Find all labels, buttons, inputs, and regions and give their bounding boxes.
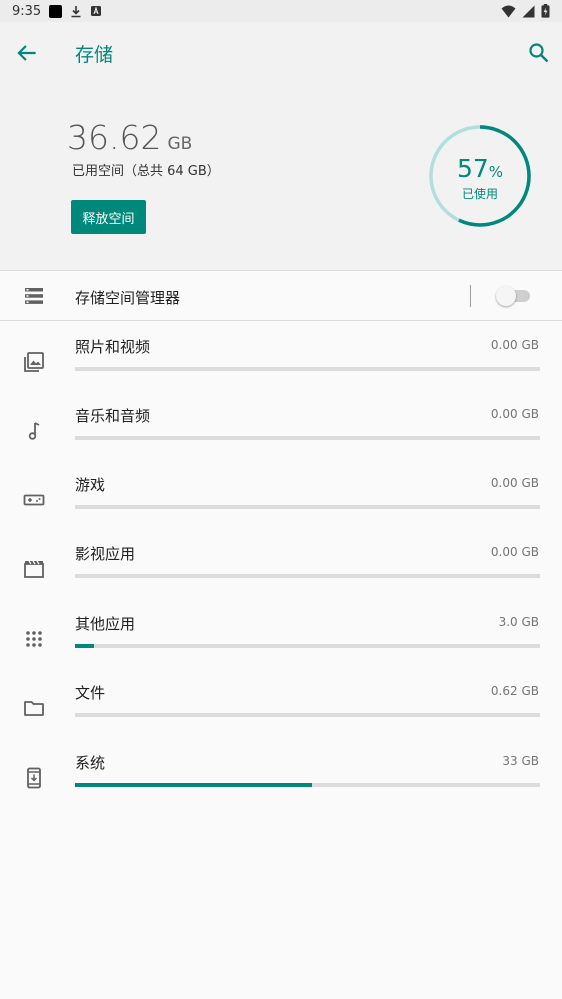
usage-percent-label: 已使用	[461, 187, 498, 201]
page-title: 存储	[75, 44, 114, 66]
category-other-apps[interactable]: 其他应用 3.0 GB	[0, 613, 562, 682]
system-update-icon	[27, 767, 41, 789]
signal-icon	[522, 5, 535, 17]
category-music-audio[interactable]: 音乐和音频 0.00 GB	[0, 405, 562, 474]
category-files[interactable]: 文件 0.62 GB	[0, 682, 562, 751]
storage-manager-toggle[interactable]	[496, 286, 516, 306]
category-usage-fill	[75, 783, 313, 787]
movie-icon	[24, 560, 44, 578]
apps-grid-icon	[26, 631, 42, 647]
status-bar: 9:35	[0, 0, 562, 22]
category-size: 0.00 GB	[490, 407, 539, 421]
category-photos-videos[interactable]: 照片和视频 0.00 GB	[0, 336, 562, 405]
used-size-unit: GB	[167, 134, 193, 154]
storage-manager-label: 存储空间管理器	[75, 289, 181, 307]
usage-percent-number: 57	[456, 154, 489, 183]
storage-manager-row[interactable]: 存储空间管理器	[0, 270, 562, 321]
wifi-icon	[501, 5, 516, 17]
storage-summary: 36.62 GB 已用空间（总共 64 GB） 释放空间 57% 已使用	[0, 84, 562, 270]
category-usage-bar	[75, 574, 540, 578]
category-label: 游戏	[75, 476, 106, 494]
category-label: 照片和视频	[75, 338, 151, 356]
app-bar: 存储	[0, 22, 562, 84]
used-size: 36.62 GB	[67, 118, 192, 157]
notification-square-icon	[49, 4, 63, 18]
category-games[interactable]: 游戏 0.00 GB	[0, 474, 562, 543]
category-size: 0.00 GB	[490, 338, 539, 352]
app-notification-icon	[91, 6, 102, 16]
category-usage-bar	[75, 713, 540, 717]
search-icon[interactable]	[527, 41, 551, 65]
category-label: 其他应用	[75, 615, 136, 633]
usage-percent: 57%	[428, 154, 532, 183]
manager-divider	[470, 285, 471, 307]
storage-list-icon	[25, 288, 43, 304]
category-usage-fill	[75, 644, 94, 648]
category-size: 0.00 GB	[490, 545, 539, 559]
gamepad-icon	[23, 494, 45, 506]
status-time: 9:35	[12, 3, 42, 19]
battery-icon	[541, 4, 550, 18]
total-capacity-text: 已用空间（总共 64 GB）	[72, 164, 220, 179]
music-note-icon	[28, 422, 40, 440]
category-usage-bar	[75, 644, 540, 648]
back-arrow-icon[interactable]	[14, 40, 40, 66]
free-up-space-button[interactable]: 释放空间	[71, 200, 146, 234]
category-usage-bar	[75, 436, 540, 440]
category-movie-apps[interactable]: 影视应用 0.00 GB	[0, 543, 562, 612]
category-usage-bar	[75, 505, 540, 509]
used-size-number: 36.62	[67, 118, 162, 157]
category-size: 33 GB	[502, 754, 539, 768]
download-icon	[71, 5, 81, 17]
category-label: 系统	[75, 754, 106, 772]
category-label: 音乐和音频	[75, 407, 151, 425]
category-usage-bar	[75, 367, 540, 371]
category-size: 0.00 GB	[490, 476, 539, 490]
category-label: 文件	[75, 684, 106, 702]
category-usage-bar	[75, 783, 540, 787]
folder-icon	[24, 701, 44, 716]
usage-percent-symbol: %	[488, 163, 504, 181]
category-size: 0.62 GB	[490, 684, 539, 698]
category-size: 3.0 GB	[498, 615, 539, 629]
category-label: 影视应用	[75, 545, 136, 563]
category-system[interactable]: 系统 33 GB	[0, 752, 562, 821]
photo-icon	[24, 352, 44, 372]
